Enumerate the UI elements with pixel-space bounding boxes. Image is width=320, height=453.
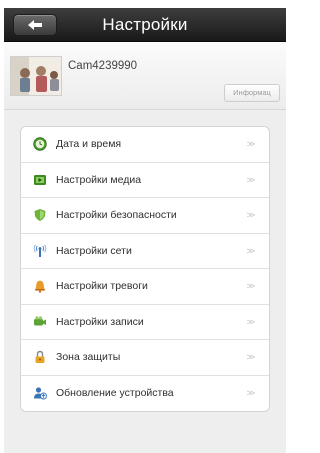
settings-item-device-update[interactable]: Обновление устройства >>: [21, 376, 269, 412]
chevron-right-icon: >>: [246, 387, 254, 398]
chevron-right-icon: >>: [246, 281, 254, 291]
device-update-icon: [32, 385, 48, 401]
settings-item-label: Дата и время: [56, 138, 122, 151]
title-bar: Настройки: [4, 8, 286, 42]
device-thumbnail: [10, 56, 62, 96]
device-header: Cam4239990 Информац: [4, 42, 286, 110]
settings-item-network[interactable]: Настройки сети >>: [21, 234, 269, 269]
network-icon: [32, 243, 48, 259]
device-name: Cam4239990: [68, 60, 138, 72]
settings-item-protection-zone[interactable]: Зона защиты >>: [21, 340, 269, 376]
settings-item-media[interactable]: Настройки медиа >>: [21, 163, 269, 198]
lock-icon: [32, 349, 48, 365]
shield-icon: [32, 207, 48, 223]
chevron-right-icon: >>: [246, 139, 254, 149]
settings-item-label: Настройки безопасности: [56, 209, 177, 222]
record-icon: [32, 314, 48, 330]
chevron-right-icon: >>: [246, 316, 254, 327]
settings-item-alarm[interactable]: Настройки тревоги >>: [21, 269, 269, 305]
settings-item-date-time[interactable]: Дата и время >>: [21, 127, 269, 163]
settings-item-security[interactable]: Настройки безопасности >>: [21, 198, 269, 234]
alarm-bell-icon: [32, 278, 48, 294]
settings-item-label: Настройки тревоги: [56, 280, 148, 293]
info-button[interactable]: Информац: [224, 84, 280, 102]
settings-list: Дата и время >> Настройки медиа >> Настр…: [20, 126, 270, 412]
clock-icon: [32, 136, 48, 152]
chevron-right-icon: >>: [246, 174, 254, 185]
chevron-right-icon: >>: [246, 352, 254, 362]
chevron-right-icon: >>: [246, 245, 254, 256]
chevron-right-icon: >>: [246, 210, 254, 220]
settings-item-label: Настройки медиа: [56, 173, 142, 186]
settings-item-recording[interactable]: Настройки записи >>: [21, 305, 269, 340]
settings-screen: Настройки Cam4239990 Информац Дата и вре…: [4, 8, 286, 453]
settings-item-label: Настройки сети: [56, 244, 132, 257]
camera-preview-image: [11, 57, 61, 95]
media-icon: [32, 172, 48, 188]
page-title: Настройки: [102, 15, 188, 34]
settings-item-label: Обновление устройства: [56, 387, 174, 400]
settings-item-label: Зона защиты: [56, 351, 121, 364]
settings-item-label: Настройки записи: [56, 315, 144, 328]
